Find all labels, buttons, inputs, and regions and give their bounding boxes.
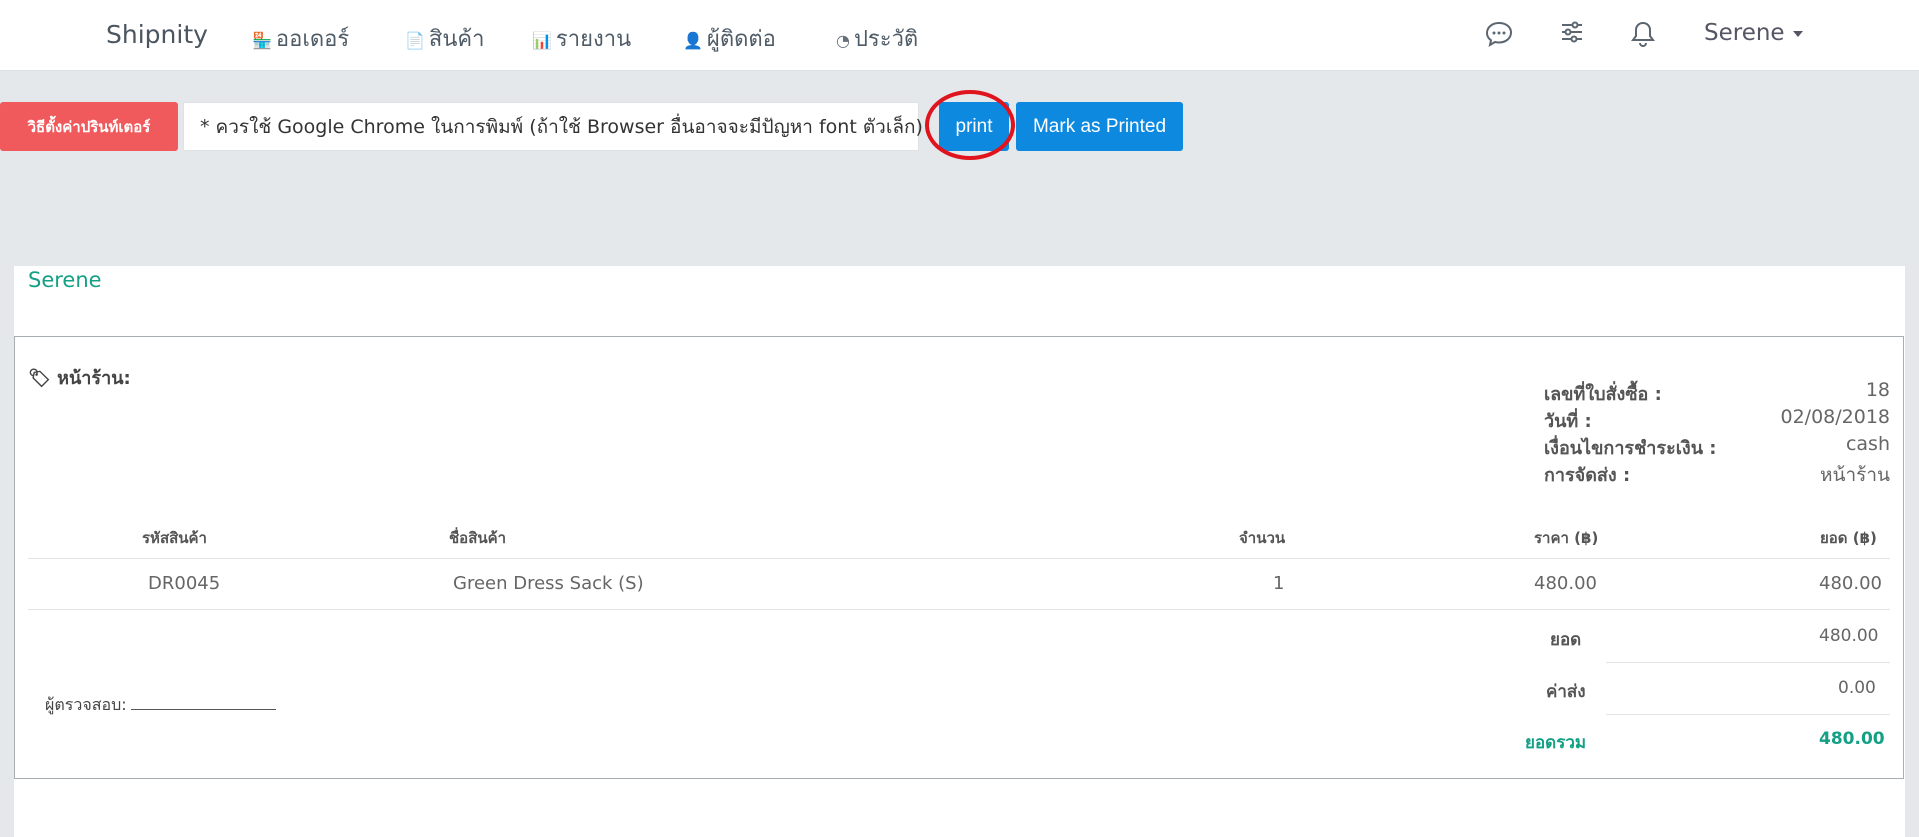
top-navbar: Shipnity 🏪 ออเดอร์ 📄 สินค้า 📊 รายงาน 👤 ผู้ติ… <box>0 0 1919 71</box>
divider <box>1606 714 1890 715</box>
settings-sliders-icon[interactable] <box>1560 20 1584 50</box>
subtotal-label: ยอด <box>1550 630 1582 650</box>
nav-contacts[interactable]: 👤 ผู้ติดต่อ <box>683 21 776 56</box>
row-name: Green Dress Sack (S) <box>453 573 644 594</box>
row-sku: DR0045 <box>148 573 221 594</box>
contact-icon: 👤 <box>683 31 703 50</box>
payment-terms: cash <box>1845 433 1890 455</box>
shipping-method: หน้าร้าน <box>1819 464 1890 486</box>
nav-products-label: สินค้า <box>428 27 485 52</box>
nav-history[interactable]: ◔ ประวัติ <box>836 21 918 56</box>
total-label: ยอดรวม <box>1525 733 1587 753</box>
nav-reports-label: รายงาน <box>555 27 632 52</box>
highlight-circle <box>925 90 1015 160</box>
report-icon: 📊 <box>532 31 552 50</box>
col-price: ราคา (฿) <box>1534 529 1599 547</box>
order-date: 02/08/2018 <box>1780 406 1890 428</box>
printer-setup-button[interactable]: วิธีตั้งค่าปรินท์เตอร์ <box>0 102 178 151</box>
checker-label: ผู้ตรวจสอบ: <box>45 695 127 714</box>
order-number: 18 <box>1865 379 1890 401</box>
divider <box>1606 662 1890 663</box>
subtotal-value: 480.00 <box>1819 626 1879 646</box>
nav-reports[interactable]: 📊 รายงาน <box>532 21 631 56</box>
col-name: ชื่อสินค้า <box>449 529 507 547</box>
checker-signature: ผู้ตรวจสอบ: <box>45 693 276 718</box>
chat-icon[interactable] <box>1484 20 1514 54</box>
col-amount: ยอด (฿) <box>1820 529 1877 547</box>
user-name: Serene <box>1704 20 1785 46</box>
bell-icon[interactable] <box>1630 20 1656 54</box>
brand-logo[interactable]: Shipnity <box>106 20 208 49</box>
nav-orders[interactable]: 🏪 ออเดอร์ <box>252 21 349 56</box>
col-qty: จำนวน <box>1239 529 1286 547</box>
divider <box>28 609 1890 610</box>
user-menu[interactable]: Serene <box>1704 20 1803 46</box>
nav-orders-label: ออเดอร์ <box>275 27 350 52</box>
signature-line <box>130 709 276 710</box>
shop-name: Serene <box>28 268 102 292</box>
total-value: 480.00 <box>1819 729 1885 749</box>
row-qty: 1 <box>1273 573 1285 594</box>
meta-label: การจัดส่ง : <box>1544 465 1631 486</box>
nav-products[interactable]: 📄 สินค้า <box>405 21 484 56</box>
history-icon: ◔ <box>836 31 850 50</box>
nav-contacts-label: ผู้ติดต่อ <box>706 27 776 52</box>
product-icon: 📄 <box>405 31 425 50</box>
browser-notice: * ควรใช้ Google Chrome ในการพิมพ์ (ถ้าใช… <box>183 102 923 151</box>
shipping-label: ค่าส่ง <box>1546 682 1586 702</box>
mark-as-printed-button[interactable]: Mark as Printed <box>1016 102 1183 151</box>
meta-label: เลขที่ใบสั่งซื้อ : <box>1544 384 1662 405</box>
meta-label: วันที่ : <box>1544 411 1592 432</box>
shipping-value: 0.00 <box>1838 678 1876 698</box>
store-icon: 🏪 <box>252 31 272 50</box>
nav-history-label: ประวัติ <box>853 27 919 52</box>
meta-label: เงื่อนไขการชำระเงิน : <box>1544 438 1717 459</box>
tag-icon: 🏷 <box>28 368 51 389</box>
row-price: 480.00 <box>1534 573 1597 594</box>
channel-label-text: หน้าร้าน: <box>57 368 131 389</box>
col-sku: รหัสสินค้า <box>142 529 207 547</box>
row-amount: 480.00 <box>1819 573 1882 594</box>
divider <box>28 558 1890 559</box>
chevron-down-icon <box>1792 30 1803 37</box>
channel-label: 🏷 หน้าร้าน: <box>28 363 131 392</box>
